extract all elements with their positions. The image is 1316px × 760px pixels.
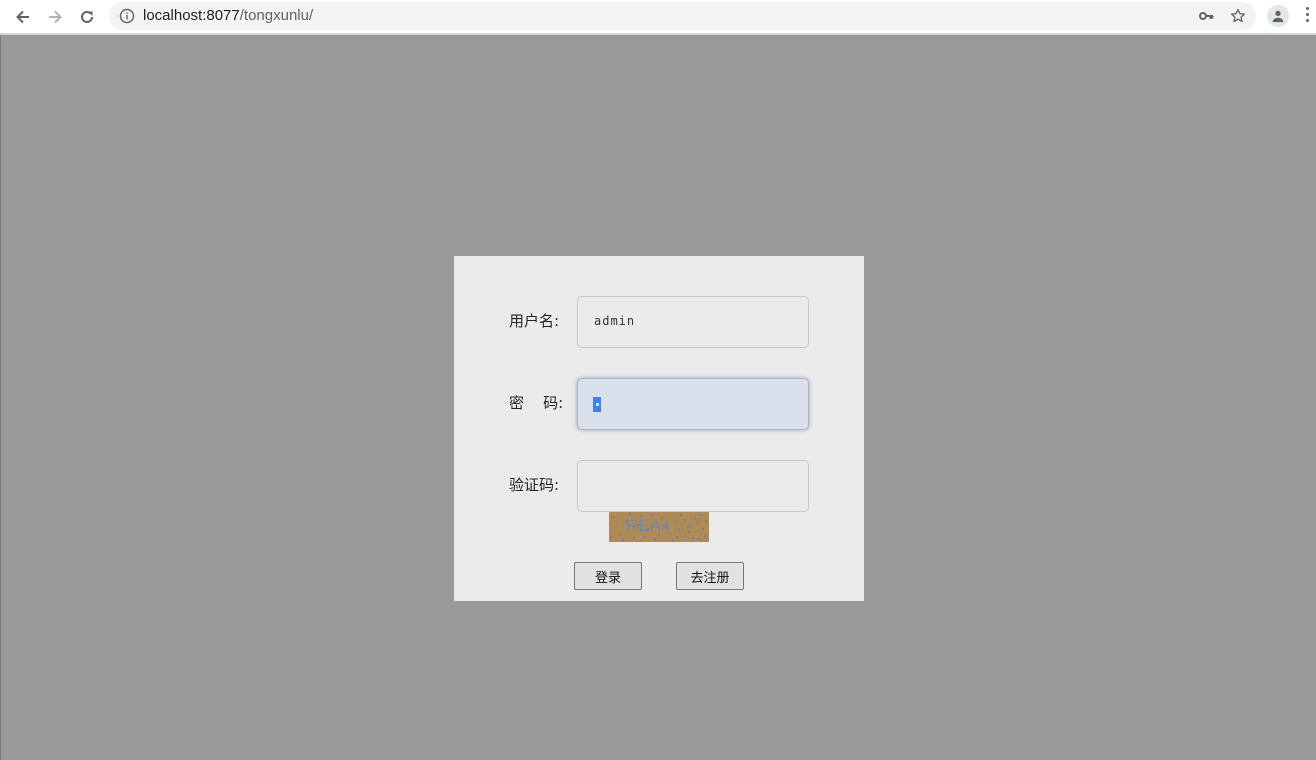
login-form: 用户名: admin 密 码: 验证码: REA4 登录 去注册 <box>454 256 864 601</box>
login-button[interactable]: 登录 <box>574 562 642 590</box>
username-value: admin <box>594 314 636 328</box>
captcha-image[interactable]: REA4 <box>609 512 709 542</box>
username-label: 用户名: <box>509 312 560 330</box>
info-icon[interactable] <box>119 8 135 24</box>
url-path: /tongxunlu/ <box>239 7 314 24</box>
captcha-code: REA4 <box>626 516 671 535</box>
url-host: localhost:8077 <box>143 7 240 24</box>
star-icon[interactable] <box>1230 8 1246 24</box>
profile-icon[interactable] <box>1267 5 1289 27</box>
browser-toolbar: localhost:8077/tongxunlu/ <box>0 0 1316 35</box>
forward-arrow-icon <box>49 10 62 24</box>
password-field[interactable] <box>577 378 809 430</box>
captcha-field[interactable] <box>577 460 809 512</box>
back-button[interactable] <box>11 5 35 29</box>
reload-icon <box>81 10 93 23</box>
back-arrow-icon <box>16 10 29 24</box>
register-button[interactable]: 去注册 <box>676 562 744 590</box>
url-text[interactable]: localhost:8077/tongxunlu/ <box>143 8 313 24</box>
key-icon[interactable] <box>1198 8 1214 24</box>
page-background: 用户名: admin 密 码: 验证码: REA4 登录 去注册 <box>0 35 1316 760</box>
captcha-label: 验证码: <box>509 476 560 494</box>
reload-button[interactable] <box>75 5 99 29</box>
username-field[interactable]: admin <box>577 296 809 348</box>
forward-button[interactable] <box>43 5 67 29</box>
address-bar[interactable]: localhost:8077/tongxunlu/ <box>109 2 1256 30</box>
password-value-selected <box>593 397 601 412</box>
password-label: 密 码: <box>509 394 564 412</box>
menu-dots-icon[interactable] <box>1302 7 1312 27</box>
